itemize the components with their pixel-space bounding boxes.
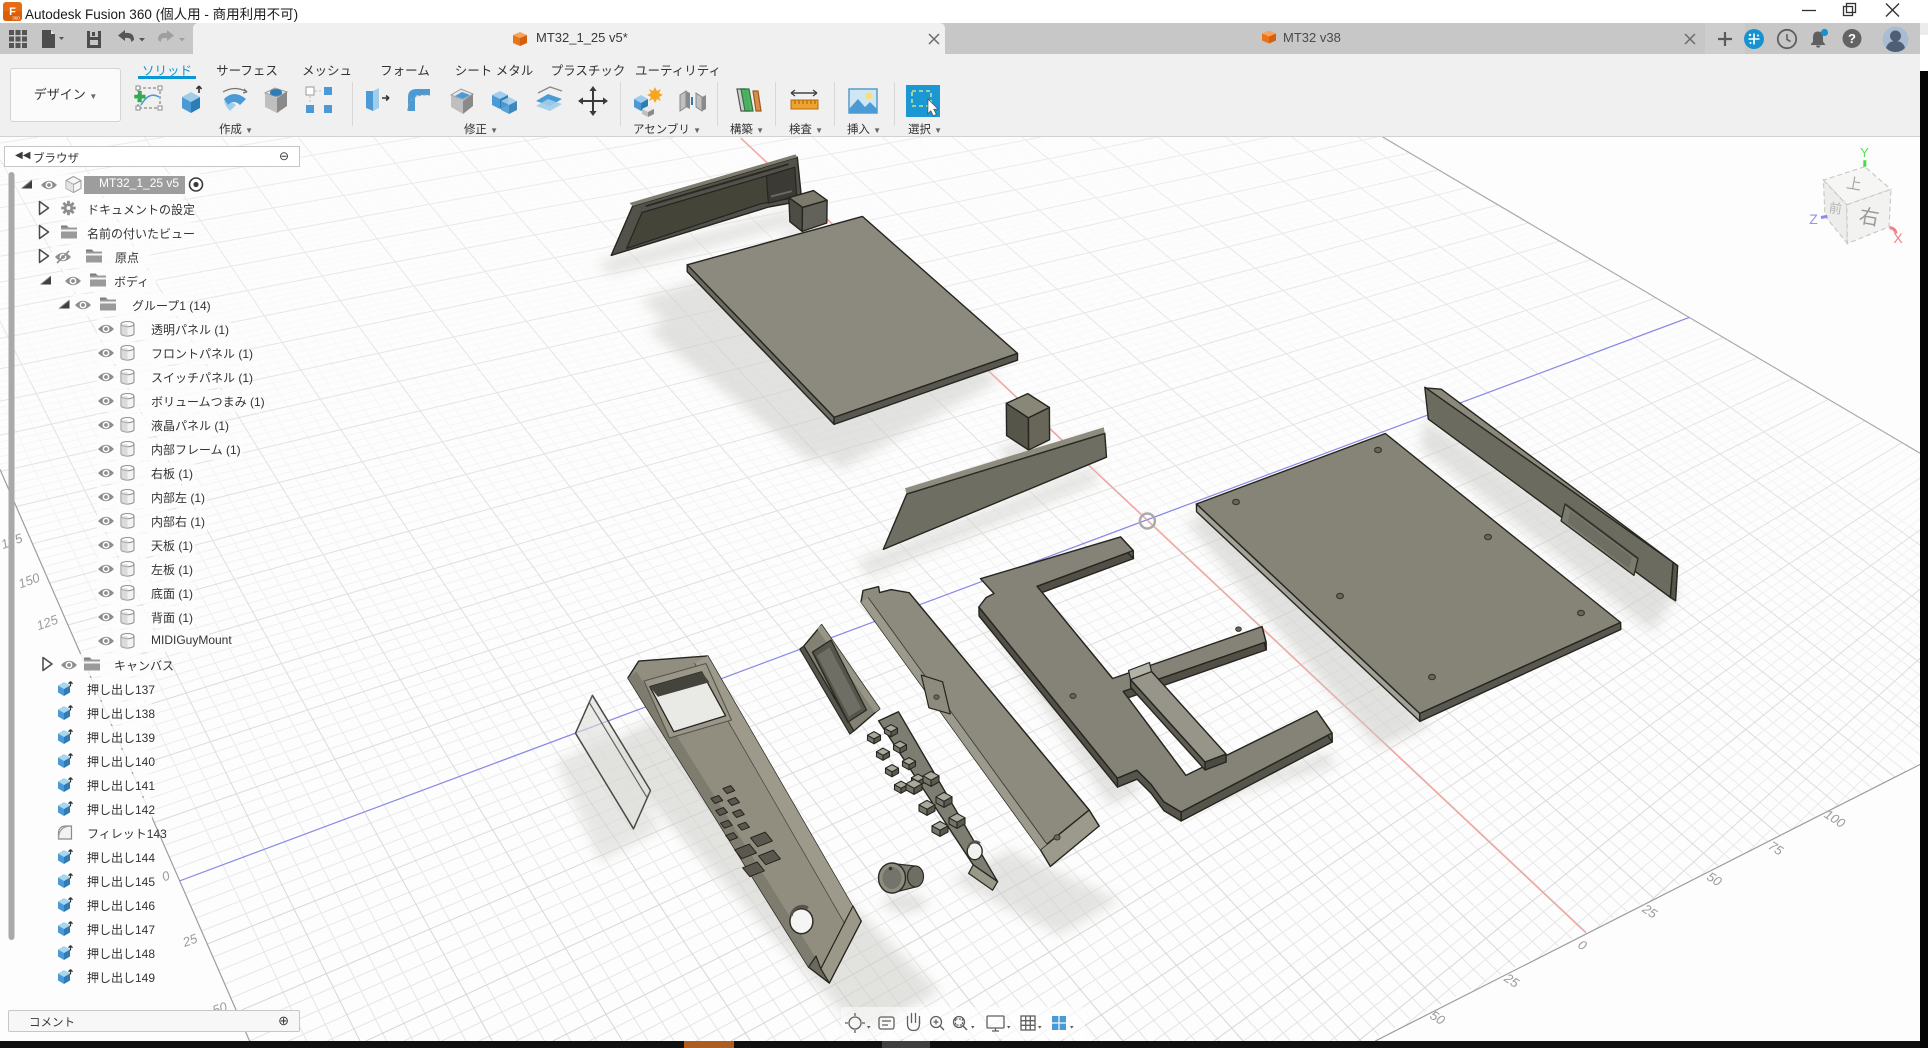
svg-text:右: 右 <box>1857 204 1881 230</box>
svg-text:Y: Y <box>1860 145 1869 160</box>
svg-text:25: 25 <box>1501 970 1523 991</box>
svg-text:0: 0 <box>160 867 173 884</box>
svg-text:150: 150 <box>16 570 42 592</box>
svg-text:25: 25 <box>1639 900 1661 921</box>
svg-text:125: 125 <box>34 611 60 633</box>
svg-text:360: 360 <box>12 16 20 21</box>
svg-text:?: ? <box>1848 31 1856 46</box>
svg-text:Z: Z <box>1809 211 1818 227</box>
svg-text:X: X <box>1893 230 1903 246</box>
svg-text:25: 25 <box>180 930 200 950</box>
svg-text:前: 前 <box>1828 200 1843 217</box>
svg-text:175: 175 <box>0 530 25 552</box>
svg-text:50: 50 <box>1427 1007 1448 1028</box>
svg-text:上: 上 <box>1845 175 1863 194</box>
svg-text:0: 0 <box>1575 937 1590 954</box>
